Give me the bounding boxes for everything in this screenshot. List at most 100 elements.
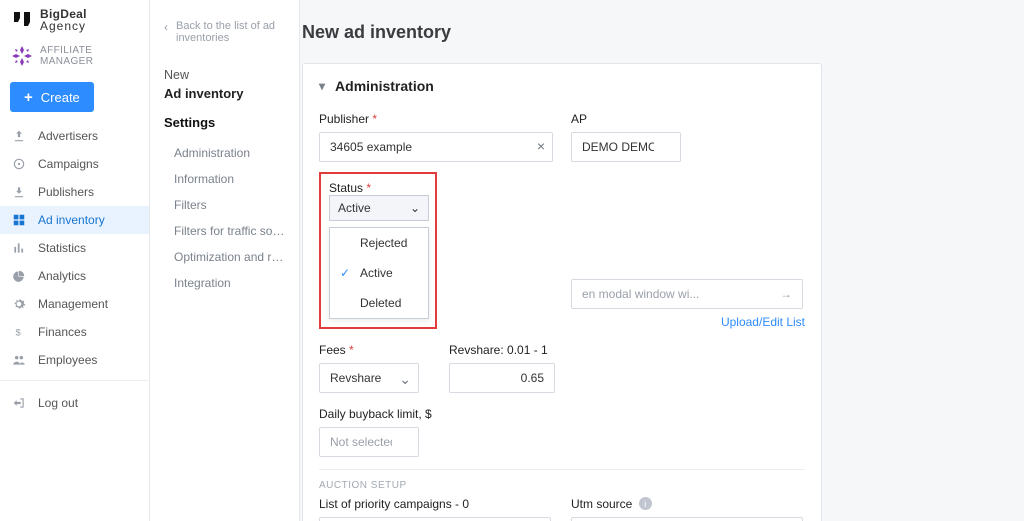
- logout-label: Log out: [38, 396, 78, 410]
- nav-label: Analytics: [38, 269, 86, 283]
- bars-icon: [10, 240, 28, 256]
- people-icon: [10, 352, 28, 368]
- settings-item-optimization[interactable]: Optimization and rules: [164, 244, 287, 270]
- publisher-input[interactable]: [319, 132, 553, 162]
- status-selected-label: Active: [338, 201, 371, 215]
- fees-field: Fees * ⌄: [319, 343, 429, 393]
- nav-label: Publishers: [38, 185, 94, 199]
- section-title: Administration: [335, 78, 434, 94]
- main-area: New ad inventory ▾ Administration Publis…: [300, 0, 1024, 521]
- role-label: AFFILIATE MANAGER: [40, 45, 139, 67]
- publisher-field: Publisher * ×: [319, 112, 553, 162]
- administration-panel: ▾ Administration Publisher * × AP: [302, 63, 822, 521]
- chevron-down-icon: ⌄: [410, 201, 420, 215]
- utm-select[interactable]: [571, 517, 803, 521]
- dollar-icon: $: [10, 324, 28, 340]
- back-link-label: Back to the list of ad inventories: [176, 20, 287, 44]
- settings-title: Ad inventory: [164, 86, 287, 101]
- chevron-left-icon: ‹: [164, 20, 168, 44]
- avatar-icon: [10, 44, 34, 68]
- nav-label: Advertisers: [38, 129, 98, 143]
- auction-setup: AUCTION SETUP List of priority campaigns…: [319, 469, 805, 521]
- create-button-label: Create: [41, 90, 80, 105]
- settings-sidebar: ‹ Back to the list of ad inventories New…: [150, 0, 300, 521]
- auction-label: AUCTION SETUP: [319, 480, 805, 491]
- settings-item-information[interactable]: Information: [164, 166, 287, 192]
- nav-label: Management: [38, 297, 108, 311]
- upload-edit-list-link[interactable]: Upload/Edit List: [571, 315, 805, 329]
- nav-label: Finances: [38, 325, 87, 339]
- main-sidebar: BigDeal Agency AFFILIATE MANAGER + Creat…: [0, 0, 150, 521]
- fees-label: Fees *: [319, 343, 429, 357]
- nav-management[interactable]: Management: [0, 290, 149, 318]
- role-row: AFFILIATE MANAGER: [0, 40, 149, 78]
- nav-analytics[interactable]: Analytics: [0, 262, 149, 290]
- settings-supertitle: New: [164, 68, 287, 82]
- logout-button[interactable]: Log out: [0, 387, 149, 419]
- settings-item-administration[interactable]: Administration: [164, 140, 287, 166]
- nav-campaigns[interactable]: Campaigns: [0, 150, 149, 178]
- open-modal-label: en modal window wi...: [582, 287, 699, 301]
- arrow-right-icon: →: [780, 287, 792, 301]
- nav-employees[interactable]: Employees: [0, 346, 149, 374]
- nav-statistics[interactable]: Statistics: [0, 234, 149, 262]
- logout-icon: [10, 395, 28, 411]
- status-highlight-box: Status * Active ⌄ Rejected ✓Active Delet…: [319, 172, 437, 329]
- grid-icon: [10, 212, 28, 228]
- plus-icon: +: [24, 89, 33, 106]
- status-label: Status *: [329, 181, 371, 195]
- ip-whitelist-area: en modal window wi... → Upload/Edit List: [571, 172, 805, 329]
- nav-advertisers[interactable]: Advertisers: [0, 122, 149, 150]
- revshare-input[interactable]: [449, 363, 555, 393]
- nav-label: Ad inventory: [38, 213, 105, 227]
- nav-label: Campaigns: [38, 157, 99, 171]
- nav-label: Statistics: [38, 241, 86, 255]
- download-icon: [10, 184, 28, 200]
- ap-field: AP: [571, 112, 805, 162]
- logo-icon: [10, 8, 34, 32]
- ap-label: AP: [571, 112, 805, 126]
- caret-down-icon: ▾: [319, 79, 325, 93]
- nav-publishers[interactable]: Publishers: [0, 178, 149, 206]
- target-icon: [10, 156, 28, 172]
- daily-buyback-input[interactable]: [319, 427, 419, 457]
- settings-item-filters-traffic[interactable]: Filters for traffic sour...: [164, 218, 287, 244]
- status-option-active[interactable]: ✓Active: [330, 258, 428, 288]
- gear-icon: [10, 296, 28, 312]
- settings-nav: Administration Information Filters Filte…: [164, 140, 287, 296]
- open-modal-button[interactable]: en modal window wi... →: [571, 279, 803, 309]
- info-icon: i: [639, 497, 652, 510]
- brand-text: BigDeal Agency: [40, 8, 87, 32]
- create-button[interactable]: + Create: [10, 82, 94, 112]
- publisher-label: Publisher *: [319, 112, 553, 126]
- settings-item-filters[interactable]: Filters: [164, 192, 287, 218]
- clear-icon[interactable]: ×: [537, 138, 545, 154]
- revshare-label: Revshare: 0.01 - 1: [449, 343, 569, 357]
- check-icon: ✓: [340, 266, 352, 280]
- nav-divider: [0, 380, 149, 381]
- utm-source-field: Utm source i ⌄: [571, 497, 803, 521]
- status-option-deleted[interactable]: Deleted: [330, 288, 428, 318]
- page-title: New ad inventory: [300, 0, 1024, 63]
- priority-input[interactable]: [319, 517, 551, 521]
- status-option-rejected[interactable]: Rejected: [330, 228, 428, 258]
- utm-label: Utm source i: [571, 497, 803, 511]
- svg-text:$: $: [16, 328, 22, 338]
- settings-heading: Settings: [164, 115, 287, 130]
- settings-item-integration[interactable]: Integration: [164, 270, 287, 296]
- main-nav: Advertisers Campaigns Publishers Ad inve…: [0, 122, 149, 374]
- section-header[interactable]: ▾ Administration: [319, 78, 805, 94]
- nav-finances[interactable]: $ Finances: [0, 318, 149, 346]
- daily-buyback-field: Daily buyback limit, $: [319, 407, 439, 457]
- status-select[interactable]: Active ⌄: [329, 195, 429, 221]
- chevron-down-icon[interactable]: ⌄: [399, 372, 411, 386]
- status-field: Status * Active ⌄ Rejected ✓Active Delet…: [319, 172, 553, 329]
- nav-ad-inventory[interactable]: Ad inventory: [0, 206, 149, 234]
- upload-icon: [10, 128, 28, 144]
- ap-input[interactable]: [571, 132, 681, 162]
- status-dropdown: Rejected ✓Active Deleted: [329, 227, 429, 319]
- pie-icon: [10, 268, 28, 284]
- revshare-field: Revshare: 0.01 - 1: [449, 343, 569, 393]
- back-link[interactable]: ‹ Back to the list of ad inventories: [164, 20, 287, 44]
- priority-label: List of priority campaigns - 0: [319, 497, 551, 511]
